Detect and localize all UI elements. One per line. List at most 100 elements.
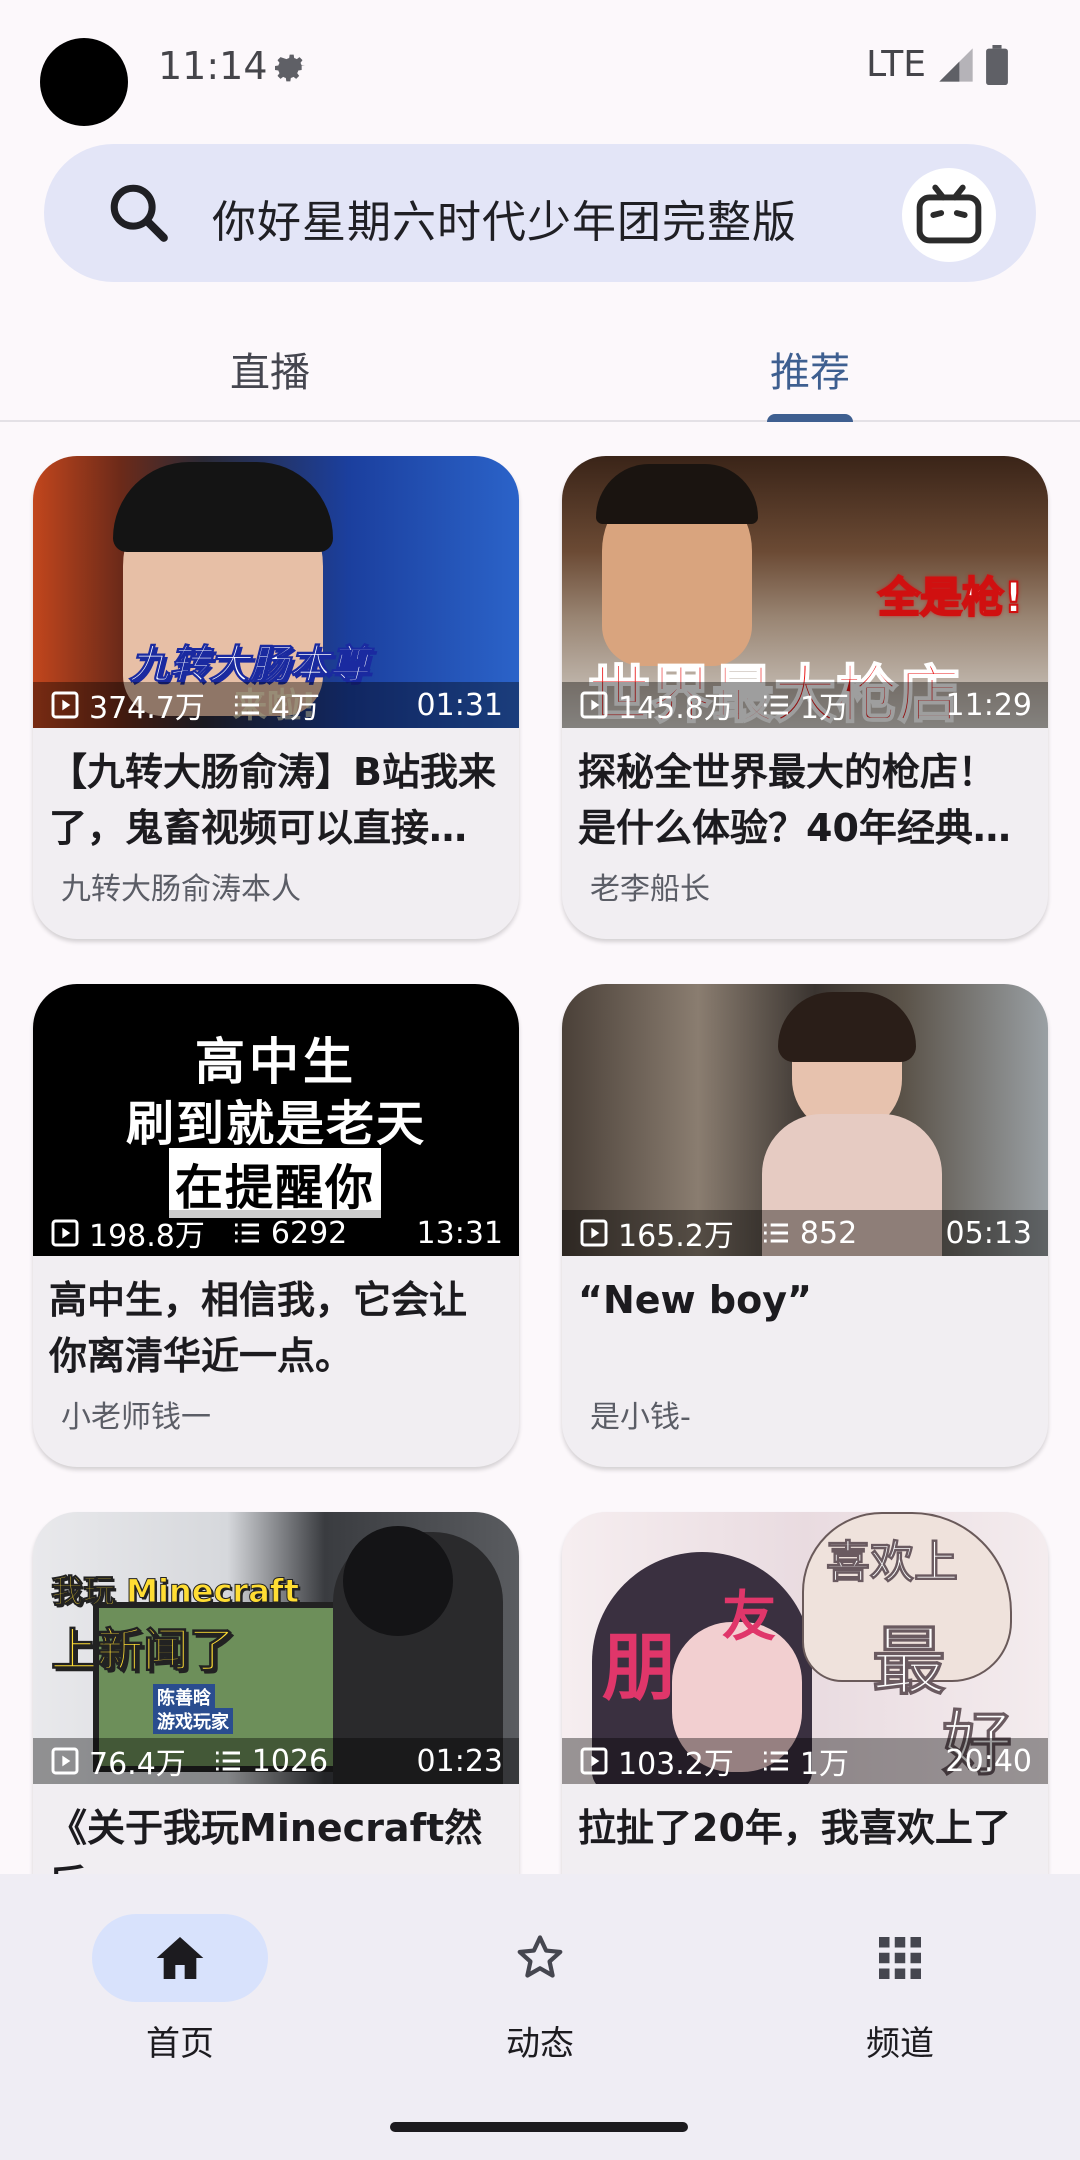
video-card[interactable]: 165.2万 852 05:13 “New boy” 是小钱-: [562, 984, 1048, 1467]
thumb-caption: 陈善晗: [153, 1684, 215, 1710]
search-bar[interactable]: 你好星期六时代少年团完整版: [44, 144, 1036, 282]
video-title[interactable]: 【九转大肠俞涛】B站我来了，鬼畜视频可以直接@…: [33, 728, 519, 856]
video-card[interactable]: 九转大肠本尊 来啦! 374.7万 4万 01:31 【九转大肠俞涛】B站我来了…: [33, 456, 519, 939]
danmaku-count-text: 1026: [251, 1743, 329, 1779]
thumb-hair: [596, 464, 758, 524]
thumb-caption: 喜欢上: [826, 1537, 959, 1589]
view-count-text: 76.4万: [89, 1747, 186, 1782]
video-thumbnail[interactable]: 我玩 Minecraft 上新闻了 陈善晗 游戏玩家 76.4万 1026 01…: [33, 1512, 519, 1784]
search-icon: [110, 184, 168, 242]
home-icon: [156, 1937, 204, 1979]
duration: 05:13: [945, 1215, 1032, 1251]
video-card[interactable]: 高中生 刷到就是老天 在提醒你 198.8万 6292 13:31 高中生，相信…: [33, 984, 519, 1467]
video-thumbnail[interactable]: 高中生 刷到就是老天 在提醒你 198.8万 6292 13:31: [33, 984, 519, 1256]
video-author[interactable]: 老李船长: [562, 856, 1048, 916]
video-card[interactable]: 喜欢上 朋 友 最 好 103.2万 1万 20:40 拉扯了20年，我喜欢上了: [562, 1512, 1048, 1874]
list-icon: [763, 695, 788, 715]
view-count: 76.4万: [49, 1739, 186, 1783]
danmaku-count-text: 6292: [270, 1215, 348, 1251]
nav-label: 动态: [506, 2024, 574, 2064]
list-icon: [234, 695, 259, 715]
nav-label: 首页: [146, 2024, 214, 2064]
play-count-icon: [51, 1219, 79, 1247]
video-stats-bar: 103.2万 1万 20:40: [562, 1738, 1048, 1784]
list-icon: [763, 1223, 788, 1243]
danmaku-count-text: 4万: [270, 691, 320, 726]
thumb-caption: 全是枪!: [877, 572, 1024, 623]
star-icon: [517, 1935, 563, 1978]
gear-icon: [275, 54, 305, 82]
video-thumbnail[interactable]: 九转大肠本尊 来啦! 374.7万 4万 01:31: [33, 456, 519, 728]
video-thumbnail[interactable]: 165.2万 852 05:13: [562, 984, 1048, 1256]
tab-recommend[interactable]: 推荐: [540, 340, 1080, 398]
video-stats-bar: 76.4万 1026 01:23: [33, 1738, 519, 1784]
view-count: 145.8万: [578, 683, 734, 727]
nav-icon-container[interactable]: [812, 1914, 988, 2002]
danmaku-count: 4万: [231, 683, 320, 727]
thumb-caption: 最: [872, 1619, 947, 1706]
grid-icon: [879, 1937, 921, 1979]
thumb-caption: 友: [722, 1584, 776, 1648]
thumb-caption: 上新闻了: [51, 1623, 236, 1678]
thumb-hair: [343, 1526, 453, 1636]
video-stats-bar: 165.2万 852 05:13: [562, 1210, 1048, 1256]
play-count-icon: [580, 1219, 608, 1247]
thumb-caption: 我玩 Minecraft: [50, 1572, 300, 1611]
thumb-caption: 朋: [602, 1625, 676, 1711]
thumb-caption: 在提醒你: [169, 1148, 382, 1218]
video-title[interactable]: 探秘全世界最大的枪店！是什么体验？40年经典…: [562, 728, 1048, 856]
camera-cutout: [40, 38, 128, 126]
play-count-icon: [580, 1747, 608, 1775]
video-title[interactable]: 拉扯了20年，我喜欢上了: [562, 1784, 1048, 1874]
view-count: 103.2万: [578, 1739, 734, 1783]
video-card[interactable]: 我玩 Minecraft 上新闻了 陈善晗 游戏玩家 76.4万 1026 01…: [33, 1512, 519, 1874]
video-author[interactable]: 九转大肠俞涛本人: [33, 856, 519, 916]
list-icon: [215, 1751, 240, 1771]
home-gesture-bar[interactable]: [390, 2122, 688, 2132]
video-title[interactable]: 高中生，相信我，它会让你离清华近一点。: [33, 1256, 519, 1384]
video-author[interactable]: 小老师钱一: [33, 1384, 519, 1444]
view-count: 374.7万: [49, 683, 205, 727]
nav-item-dynamic[interactable]: 动态: [360, 1914, 720, 2065]
danmaku-count-text: 1万: [799, 1747, 849, 1782]
thumb-caption: 刷到就是老天: [125, 1096, 426, 1152]
video-thumbnail[interactable]: 全是枪! 世界最大枪店 145.8万 1万 11:29: [562, 456, 1048, 728]
tab-live[interactable]: 直播: [0, 340, 540, 398]
play-count-icon: [51, 691, 79, 719]
nav-item-home[interactable]: 首页: [0, 1914, 360, 2065]
signal-icon: [939, 47, 973, 82]
video-title[interactable]: 《关于我玩Minecraft然后: [33, 1784, 519, 1874]
view-count: 198.8万: [49, 1211, 205, 1255]
view-count-text: 198.8万: [89, 1219, 205, 1254]
nav-active-indicator[interactable]: [92, 1914, 268, 2002]
thumb-hair: [778, 992, 916, 1062]
nav-icon-container[interactable]: [452, 1914, 628, 2002]
search-query[interactable]: 你好星期六时代少年团完整版: [212, 186, 797, 250]
video-title[interactable]: “New boy”: [562, 1256, 1048, 1384]
duration: 20:40: [945, 1743, 1032, 1779]
tab-indicator: [767, 414, 853, 422]
bilibili-tv-icon[interactable]: [902, 168, 996, 262]
play-count-icon: [51, 1747, 79, 1775]
view-count-text: 374.7万: [89, 691, 205, 726]
status-bar: 11:14 LTE: [0, 0, 1080, 130]
video-author[interactable]: 是小钱-: [562, 1384, 1048, 1444]
video-feed[interactable]: 九转大肠本尊 来啦! 374.7万 4万 01:31 【九转大肠俞涛】B站我来了…: [0, 424, 1080, 1874]
view-count: 165.2万: [578, 1211, 734, 1255]
list-icon: [234, 1223, 259, 1243]
video-card[interactable]: 全是枪! 世界最大枪店 145.8万 1万 11:29 探秘全世界最大的枪店！是…: [562, 456, 1048, 939]
danmaku-count: 1026: [212, 1744, 328, 1779]
bottom-nav: 首页 动态 频道: [0, 1874, 1080, 2160]
danmaku-count: 6292: [231, 1216, 347, 1251]
danmaku-count-text: 1万: [799, 691, 849, 726]
nav-item-channel[interactable]: 频道: [720, 1914, 1080, 2065]
danmaku-count-text: 852: [799, 1215, 858, 1251]
video-thumbnail[interactable]: 喜欢上 朋 友 最 好 103.2万 1万 20:40: [562, 1512, 1048, 1784]
danmaku-count: 852: [760, 1216, 857, 1251]
view-count-text: 145.8万: [618, 691, 734, 726]
nav-label: 频道: [866, 2024, 934, 2064]
top-tabs: 直播 推荐: [0, 300, 1080, 422]
danmaku-count: 1万: [760, 1739, 849, 1783]
view-count-text: 103.2万: [618, 1747, 734, 1782]
video-stats-bar: 145.8万 1万 11:29: [562, 682, 1048, 728]
